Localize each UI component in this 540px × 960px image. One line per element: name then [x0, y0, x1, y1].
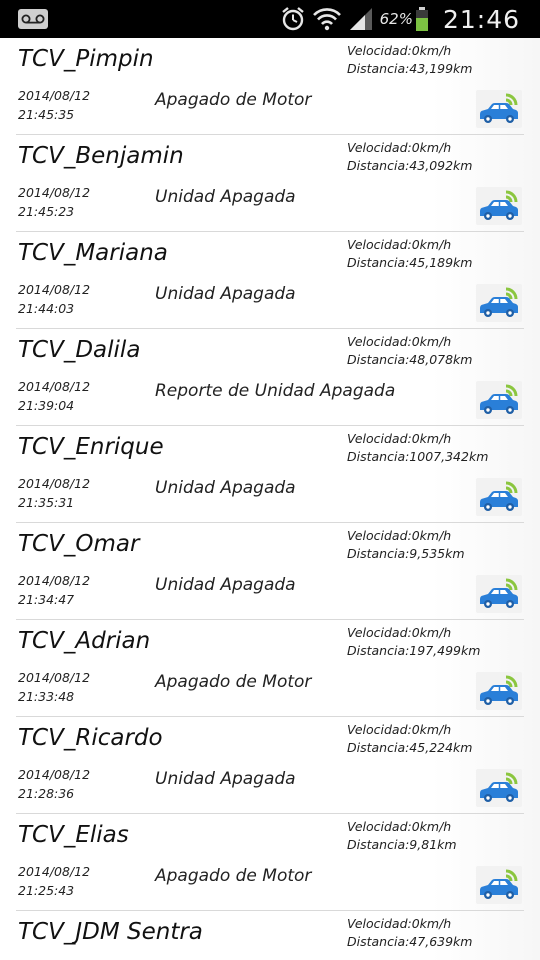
vehicle-distance: Distancia:45,224km — [347, 740, 473, 755]
vehicle-status: Apagado de Motor — [155, 866, 312, 886]
status-bar: 62% 21:46 — [0, 0, 540, 38]
vehicle-speed: Velocidad:0km/h — [347, 722, 452, 737]
car-signal-icon[interactable] — [476, 478, 522, 516]
vehicle-status: Unidad Apagada — [155, 575, 296, 595]
vehicle-name: TCV_Ricardo — [18, 725, 163, 751]
car-signal-icon[interactable] — [476, 866, 522, 904]
battery-percentage: 62% — [379, 10, 413, 28]
vehicle-distance: Distancia:9,81km — [347, 837, 457, 852]
vehicle-speed: Velocidad:0km/h — [347, 916, 452, 931]
battery-icon — [415, 6, 429, 32]
vehicle-list-item[interactable]: TCV_Benjamin Velocidad:0km/h Distancia:43,… — [0, 135, 540, 232]
vehicle-distance: Distancia:43,092km — [347, 158, 473, 173]
vehicle-list: TCV_Pimpin Velocidad:0km/h Distancia:43,19… — [0, 38, 540, 960]
vehicle-name: TCV_Dalila — [18, 337, 141, 363]
vehicle-speed: Velocidad:0km/h — [347, 334, 452, 349]
vehicle-speed: Velocidad:0km/h — [347, 431, 452, 446]
car-signal-icon[interactable] — [476, 187, 522, 225]
vehicle-list-item[interactable]: TCV_JDM Sentra Velocidad:0km/h Distancia:4… — [0, 911, 540, 960]
vehicle-name: TCV_Enrique — [18, 434, 164, 460]
vehicle-list-item[interactable]: TCV_Omar Velocidad:0km/h Distancia:9,535km… — [0, 523, 540, 620]
vehicle-speed: Velocidad:0km/h — [347, 43, 452, 58]
report-date: 2014/08/12 — [18, 670, 91, 685]
vehicle-speed: Velocidad:0km/h — [347, 528, 452, 543]
report-date: 2014/08/12 — [18, 476, 91, 491]
vehicle-distance: Distancia:9,535km — [347, 546, 465, 561]
vehicle-list-item[interactable]: TCV_Adrian Velocidad:0km/h Distancia:197,4… — [0, 620, 540, 717]
report-time: 21:28:36 — [18, 786, 75, 801]
vehicle-status: Unidad Apagada — [155, 478, 296, 498]
vehicle-status: Apagado de Motor — [155, 672, 312, 692]
vehicle-distance: Distancia:45,189km — [347, 255, 473, 270]
signal-icon — [348, 7, 374, 31]
vehicle-status: Apagado de Motor — [155, 90, 312, 110]
vehicle-list-item[interactable]: TCV_Ricardo Velocidad:0km/h Distancia:45,2… — [0, 717, 540, 814]
vehicle-list-item[interactable]: TCV_Mariana Velocidad:0km/h Distancia:45,1… — [0, 232, 540, 329]
report-date: 2014/08/12 — [18, 864, 91, 879]
vehicle-list-item[interactable]: TCV_Enrique Velocidad:0km/h Distancia:1007… — [0, 426, 540, 523]
vehicle-name: TCV_Pimpin — [18, 46, 154, 72]
vehicle-name: TCV_Benjamin — [18, 143, 184, 169]
report-time: 21:33:48 — [18, 689, 75, 704]
vehicle-distance: Distancia:47,639km — [347, 934, 473, 949]
vehicle-status: Unidad Apagada — [155, 284, 296, 304]
vehicle-name: TCV_Elias — [18, 822, 129, 848]
vehicle-speed: Velocidad:0km/h — [347, 625, 452, 640]
car-signal-icon[interactable] — [476, 90, 522, 128]
vehicle-status: Unidad Apagada — [155, 769, 296, 789]
report-time: 21:34:47 — [18, 592, 75, 607]
vehicle-list-item[interactable]: TCV_Pimpin Velocidad:0km/h Distancia:43,19… — [0, 38, 540, 135]
status-clock: 21:46 — [442, 4, 520, 34]
alarm-icon — [280, 6, 306, 32]
report-time: 21:44:03 — [18, 301, 75, 316]
car-signal-icon[interactable] — [476, 769, 522, 807]
voicemail-icon — [18, 9, 48, 29]
report-date: 2014/08/12 — [18, 185, 91, 200]
car-signal-icon[interactable] — [476, 672, 522, 710]
vehicle-distance: Distancia:43,199km — [347, 61, 473, 76]
vehicle-status: Unidad Apagada — [155, 187, 296, 207]
report-time: 21:45:35 — [18, 107, 75, 122]
report-date: 2014/08/12 — [18, 88, 91, 103]
vehicle-list-item[interactable]: TCV_Dalila Velocidad:0km/h Distancia:48,07… — [0, 329, 540, 426]
report-time: 21:45:23 — [18, 204, 75, 219]
report-date: 2014/08/12 — [18, 379, 91, 394]
vehicle-speed: Velocidad:0km/h — [347, 819, 452, 834]
vehicle-status: Reporte de Unidad Apagada — [155, 381, 396, 401]
vehicle-name: TCV_Adrian — [18, 628, 151, 654]
report-date: 2014/08/12 — [18, 282, 91, 297]
vehicle-distance: Distancia:1007,342km — [347, 449, 489, 464]
vehicle-name: TCV_JDM Sentra — [18, 919, 203, 945]
car-signal-icon[interactable] — [476, 284, 522, 322]
vehicle-list-item[interactable]: TCV_Elias Velocidad:0km/h Distancia:9,81km… — [0, 814, 540, 911]
wifi-icon — [312, 6, 342, 32]
report-time: 21:35:31 — [18, 495, 75, 510]
vehicle-name: TCV_Mariana — [18, 240, 168, 266]
vehicle-distance: Distancia:197,499km — [347, 643, 481, 658]
vehicle-distance: Distancia:48,078km — [347, 352, 473, 367]
report-date: 2014/08/12 — [18, 767, 91, 782]
vehicle-name: TCV_Omar — [18, 531, 140, 557]
report-time: 21:39:04 — [18, 398, 75, 413]
report-date: 2014/08/12 — [18, 573, 91, 588]
vehicle-speed: Velocidad:0km/h — [347, 140, 452, 155]
car-signal-icon[interactable] — [476, 381, 522, 419]
car-signal-icon[interactable] — [476, 575, 522, 613]
report-time: 21:25:43 — [18, 883, 75, 898]
vehicle-speed: Velocidad:0km/h — [347, 237, 452, 252]
